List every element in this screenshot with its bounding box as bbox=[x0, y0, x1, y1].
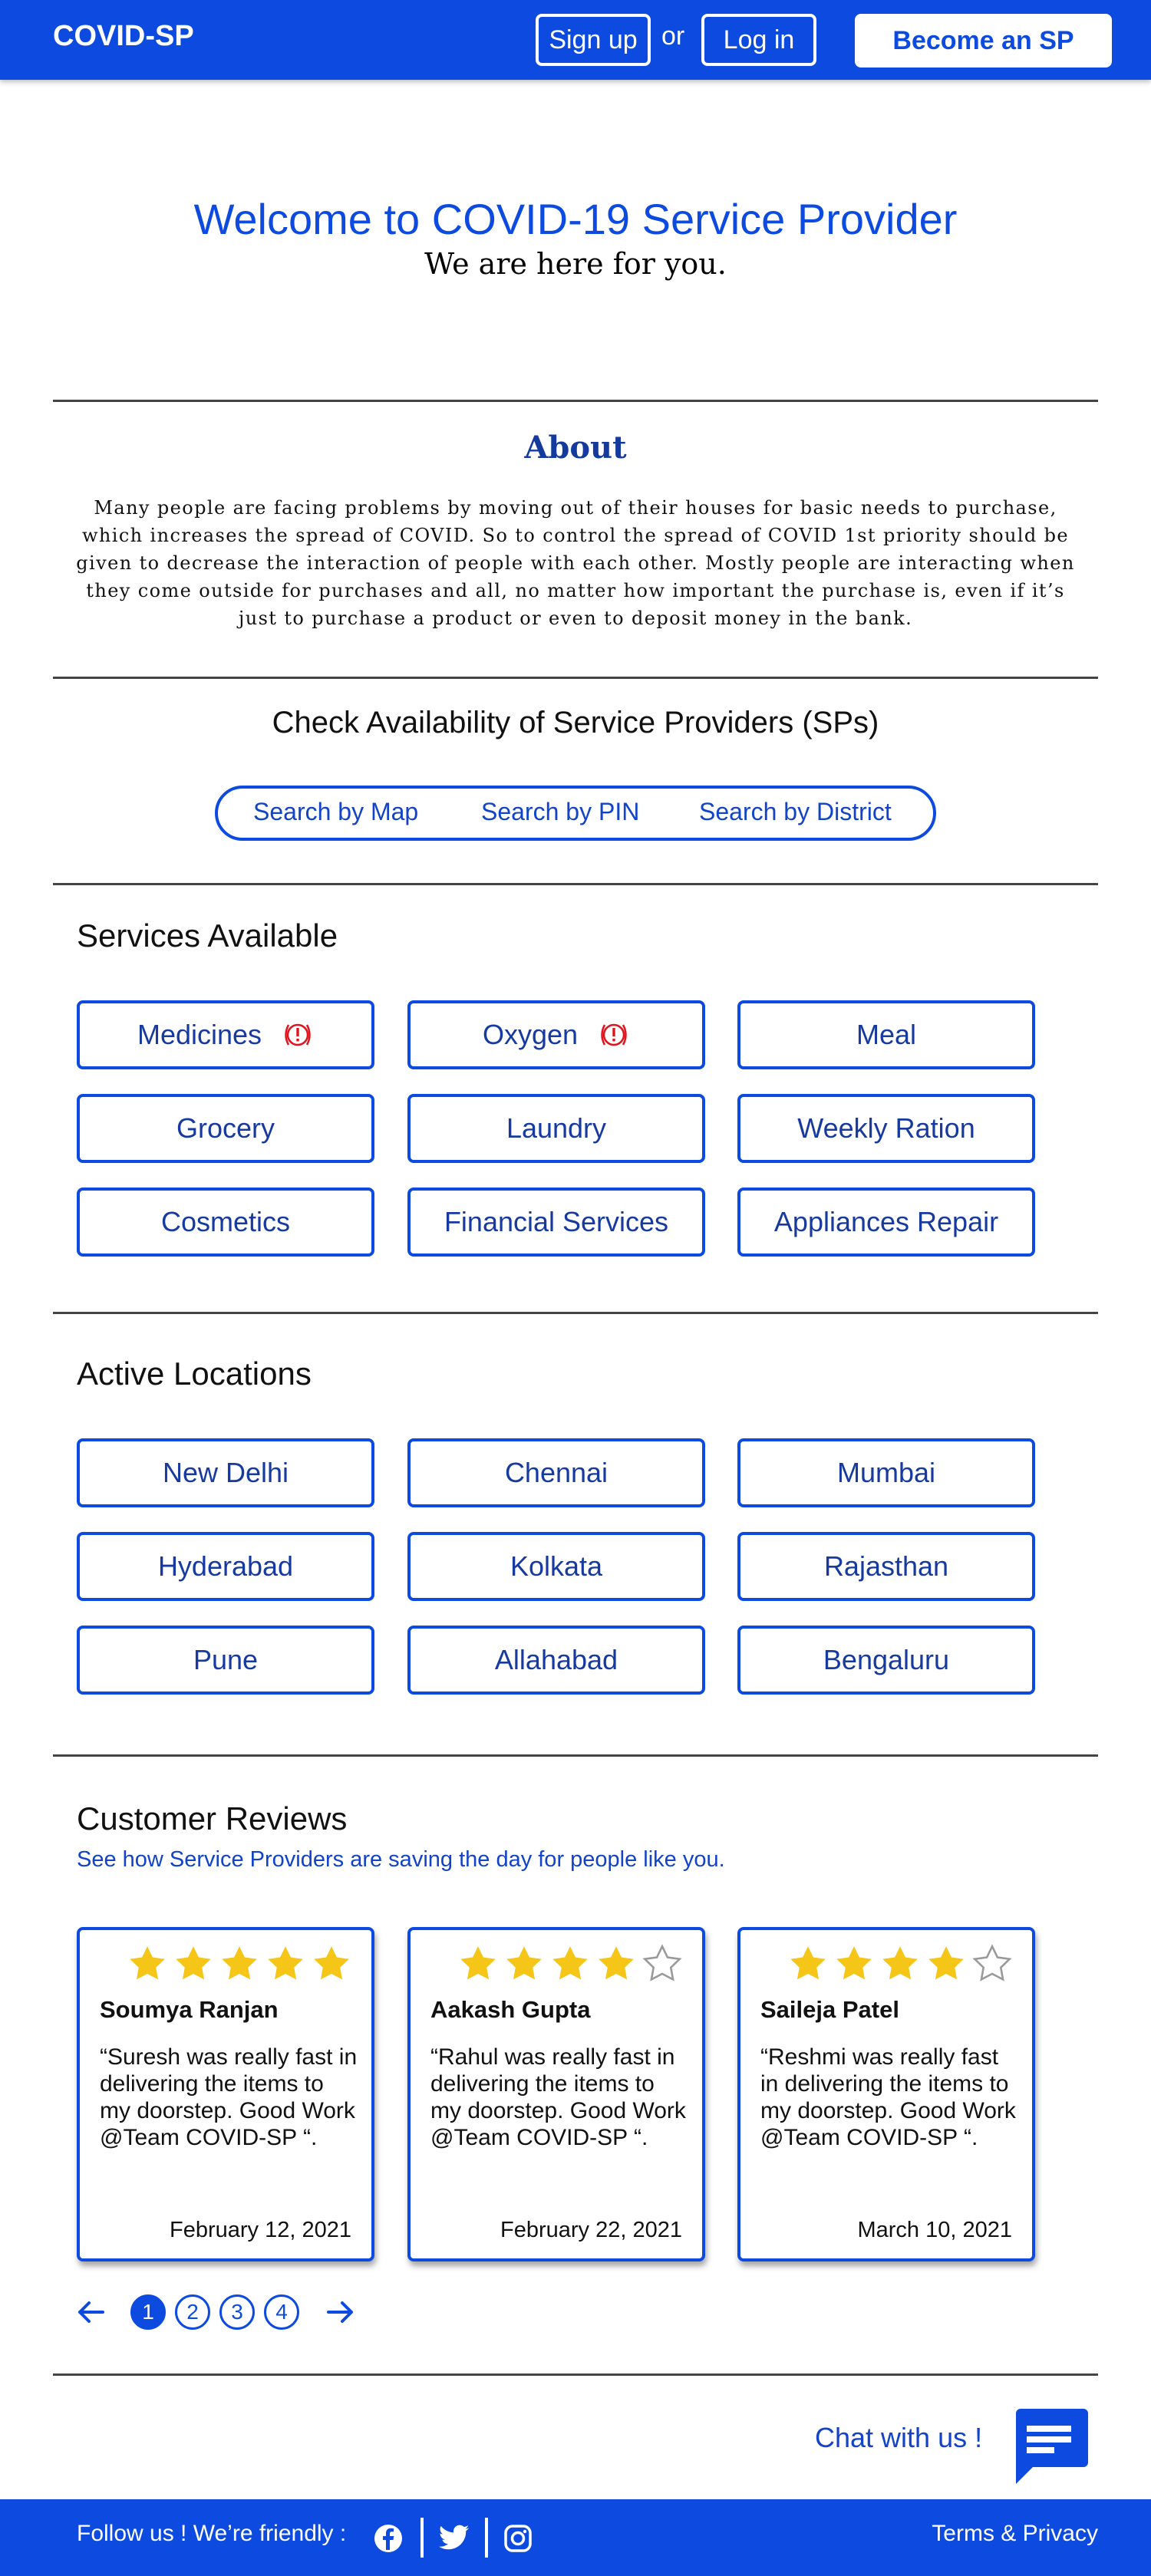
review-card: Saileja Patel “Reshmi was really fast in… bbox=[737, 1927, 1035, 2261]
location-hyderabad-button[interactable]: Hyderabad bbox=[77, 1532, 374, 1601]
chat-label[interactable]: Chat with us ! bbox=[815, 2422, 982, 2454]
star-filled-icon bbox=[882, 1946, 918, 1980]
alert-icon bbox=[598, 1022, 630, 1048]
reviews-subtitle: See how Service Providers are saving the… bbox=[77, 1847, 725, 1872]
service-laundry-button[interactable]: Laundry bbox=[407, 1094, 705, 1163]
location-pune-button[interactable]: Pune bbox=[77, 1626, 374, 1695]
star-filled-icon bbox=[314, 1946, 349, 1980]
review-date: February 12, 2021 bbox=[170, 2218, 351, 2242]
search-by-map-option[interactable]: Search by Map bbox=[253, 798, 418, 826]
reviewer-name: Soumya Ranjan bbox=[100, 1996, 279, 2023]
service-oxygen-button[interactable]: Oxygen bbox=[407, 1000, 705, 1069]
reviewer-name: Saileja Patel bbox=[760, 1996, 899, 2023]
service-label: Oxygen bbox=[482, 1019, 579, 1050]
review-card: Soumya Ranjan “Suresh was really fast in… bbox=[77, 1927, 374, 2261]
star-filled-icon bbox=[506, 1946, 542, 1980]
signup-button[interactable]: Sign up bbox=[536, 14, 651, 66]
about-title: About bbox=[524, 430, 627, 466]
location-mumbai-button[interactable]: Mumbai bbox=[737, 1438, 1035, 1507]
location-bengaluru-button[interactable]: Bengaluru bbox=[737, 1626, 1035, 1695]
facebook-icon[interactable] bbox=[374, 2524, 403, 2557]
star-filled-icon bbox=[176, 1946, 211, 1980]
page-1-button[interactable]: 1 bbox=[130, 2294, 166, 2330]
star-rating bbox=[458, 1944, 682, 1984]
divider bbox=[53, 400, 1098, 402]
star-filled-icon bbox=[268, 1946, 303, 1980]
hero-title: Welcome to COVID-19 Service Provider bbox=[193, 195, 958, 243]
next-arrow-icon[interactable] bbox=[325, 2297, 356, 2331]
star-filled-icon bbox=[130, 1946, 165, 1980]
reviewer-name: Aakash Gupta bbox=[430, 1996, 591, 2023]
divider bbox=[53, 883, 1098, 885]
star-filled-icon bbox=[460, 1946, 496, 1980]
search-by-district-option[interactable]: Search by District bbox=[699, 798, 892, 826]
location-new-delhi-button[interactable]: New Delhi bbox=[77, 1438, 374, 1507]
or-text: or bbox=[661, 21, 685, 51]
availability-title: Check Availability of Service Providers … bbox=[272, 706, 879, 740]
divider bbox=[53, 1312, 1098, 1314]
star-empty-icon bbox=[972, 1944, 1012, 1981]
footer: Follow us ! We’re friendly : Terms & Pri… bbox=[0, 2499, 1151, 2576]
review-card: Aakash Gupta “Rahul was really fast in d… bbox=[407, 1927, 705, 2261]
twitter-icon[interactable] bbox=[439, 2524, 470, 2555]
location-allahabad-button[interactable]: Allahabad bbox=[407, 1626, 705, 1695]
review-date: March 10, 2021 bbox=[857, 2218, 1012, 2242]
location-kolkata-button[interactable]: Kolkata bbox=[407, 1532, 705, 1601]
service-grocery-button[interactable]: Grocery bbox=[77, 1094, 374, 1163]
service-financial-services-button[interactable]: Financial Services bbox=[407, 1188, 705, 1257]
service-appliances-repair-button[interactable]: Appliances Repair bbox=[737, 1188, 1035, 1257]
follow-text: Follow us ! We’re friendly : bbox=[77, 2521, 347, 2546]
location-rajasthan-button[interactable]: Rajasthan bbox=[737, 1532, 1035, 1601]
service-cosmetics-button[interactable]: Cosmetics bbox=[77, 1188, 374, 1257]
page-3-button[interactable]: 3 bbox=[219, 2294, 255, 2330]
hero-subtitle: We are here for you. bbox=[424, 247, 727, 281]
star-rating bbox=[788, 1944, 1012, 1984]
social-separator bbox=[485, 2518, 488, 2558]
instagram-icon[interactable] bbox=[503, 2524, 533, 2557]
reviews-title: Customer Reviews bbox=[77, 1800, 348, 1836]
star-filled-icon bbox=[222, 1946, 257, 1980]
star-filled-icon bbox=[552, 1946, 588, 1980]
divider bbox=[53, 1754, 1098, 1757]
star-empty-icon bbox=[642, 1944, 682, 1981]
alert-icon bbox=[282, 1022, 314, 1048]
star-filled-icon bbox=[790, 1946, 826, 1980]
review-date: February 22, 2021 bbox=[500, 2218, 682, 2242]
location-chennai-button[interactable]: Chennai bbox=[407, 1438, 705, 1507]
service-medicines-button[interactable]: Medicines bbox=[77, 1000, 374, 1069]
search-by-pin-option[interactable]: Search by PIN bbox=[481, 798, 639, 826]
review-text: “Reshmi was really fast in delivering th… bbox=[760, 2044, 1016, 2150]
brand-logo[interactable]: COVID-SP bbox=[53, 20, 194, 53]
divider bbox=[53, 2373, 1098, 2376]
become-sp-button[interactable]: Become an SP bbox=[855, 14, 1112, 68]
login-button[interactable]: Log in bbox=[701, 14, 816, 66]
star-filled-icon bbox=[599, 1946, 634, 1980]
star-filled-icon bbox=[836, 1946, 872, 1980]
locations-title: Active Locations bbox=[77, 1356, 312, 1392]
prev-arrow-icon[interactable] bbox=[75, 2297, 106, 2331]
about-text: Many people are facing problems by movin… bbox=[76, 497, 1075, 629]
star-filled-icon bbox=[928, 1946, 964, 1980]
top-navbar: COVID-SP Sign up or Log in Become an SP bbox=[0, 0, 1151, 80]
terms-privacy-link[interactable]: Terms & Privacy bbox=[932, 2521, 1098, 2547]
social-separator bbox=[420, 2518, 424, 2558]
service-label: Medicines bbox=[137, 1019, 262, 1050]
review-text: “Rahul was really fast in delivering the… bbox=[430, 2044, 686, 2150]
star-rating bbox=[127, 1944, 351, 1984]
page-4-button[interactable]: 4 bbox=[264, 2294, 299, 2330]
review-text: “Suresh was really fast in delivering th… bbox=[100, 2044, 358, 2150]
page-2-button[interactable]: 2 bbox=[175, 2294, 210, 2330]
service-weekly-ration-button[interactable]: Weekly Ration bbox=[737, 1094, 1035, 1163]
service-meal-button[interactable]: Meal bbox=[737, 1000, 1035, 1069]
chat-icon[interactable] bbox=[1010, 2407, 1090, 2491]
divider bbox=[53, 677, 1098, 679]
services-title: Services Available bbox=[77, 917, 338, 954]
